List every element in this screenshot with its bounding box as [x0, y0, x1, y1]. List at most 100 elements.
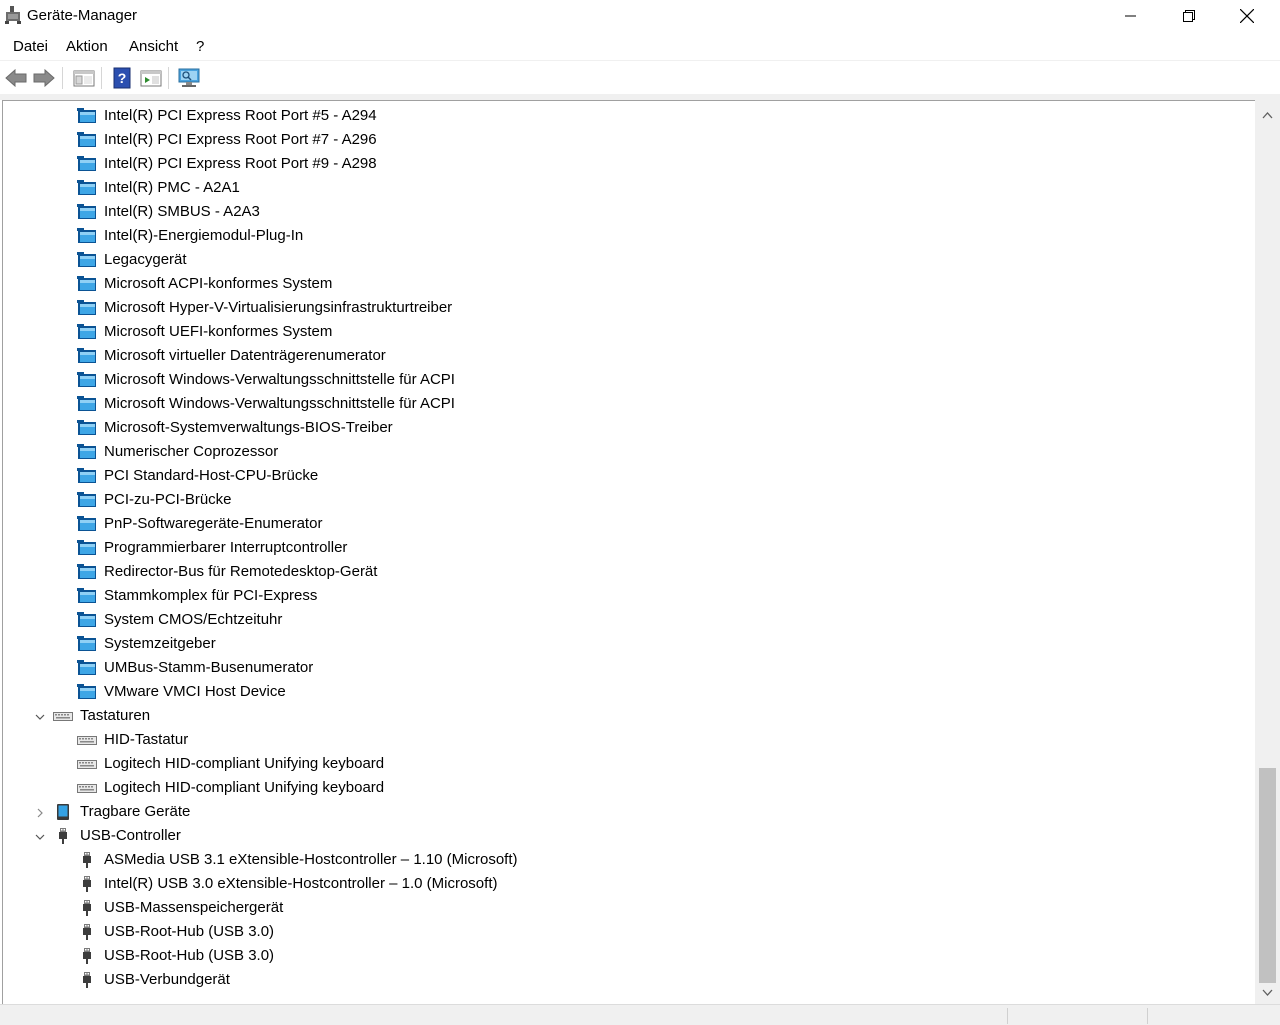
keyboard-icon	[77, 756, 97, 772]
vertical-scrollbar[interactable]	[1255, 100, 1280, 1004]
tree-device-item[interactable]: Intel(R) PMC - A2A1	[3, 176, 1253, 200]
tree-item-label: USB-Controller	[80, 827, 181, 844]
menu-aktion[interactable]: Aktion	[66, 38, 108, 55]
tree-category[interactable]: Tastaturen	[3, 704, 1253, 728]
status-bar	[0, 1004, 1280, 1025]
forward-button[interactable]	[32, 66, 56, 90]
close-button[interactable]	[1218, 0, 1276, 31]
tree-item-label: Systemzeitgeber	[104, 635, 216, 652]
back-button[interactable]	[4, 66, 28, 90]
tree-device-item[interactable]: Intel(R) PCI Express Root Port #9 - A298	[3, 152, 1253, 176]
minimize-button[interactable]	[1102, 0, 1160, 31]
collapse-chevron-icon[interactable]	[34, 830, 46, 842]
system-device-icon	[77, 108, 97, 124]
tree-device-item[interactable]: Systemzeitgeber	[3, 632, 1253, 656]
tree-device-item[interactable]: Microsoft Windows-Verwaltungsschnittstel…	[3, 368, 1253, 392]
status-bar-divider	[1007, 1008, 1008, 1024]
scan-hardware-button[interactable]	[177, 66, 201, 90]
tree-device-item[interactable]: PCI Standard-Host-CPU-Brücke	[3, 464, 1253, 488]
tree-device-item[interactable]: Numerischer Coprozessor	[3, 440, 1253, 464]
minimize-icon	[1125, 15, 1136, 16]
system-device-icon	[77, 228, 97, 244]
tree-device-item[interactable]: ASMedia USB 3.1 eXtensible-Hostcontrolle…	[3, 848, 1253, 872]
tree-device-item[interactable]: Stammkomplex für PCI-Express	[3, 584, 1253, 608]
show-hide-console-tree-button[interactable]	[72, 66, 96, 90]
tree-category[interactable]: Tragbare Geräte	[3, 800, 1253, 824]
system-device-icon	[77, 420, 97, 436]
tree-item-label: Tragbare Geräte	[80, 803, 191, 820]
collapse-chevron-icon[interactable]	[34, 710, 46, 722]
tree-category[interactable]: USB-Controller	[3, 824, 1253, 848]
usb-icon	[77, 924, 97, 940]
tree-device-item[interactable]: Intel(R) SMBUS - A2A3	[3, 200, 1253, 224]
tree-device-item[interactable]: USB-Verbundgerät	[3, 968, 1253, 992]
tree-device-item[interactable]: Redirector-Bus für Remotedesktop-Gerät	[3, 560, 1253, 584]
tree-device-item[interactable]: Intel(R)-Energiemodul-Plug-In	[3, 224, 1253, 248]
status-bar-divider	[1147, 1008, 1148, 1024]
tree-device-item[interactable]: HID-Tastatur	[3, 728, 1253, 752]
tree-device-item[interactable]: UMBus-Stamm-Busenumerator	[3, 656, 1253, 680]
tree-device-item[interactable]: Intel(R) PCI Express Root Port #5 - A294	[3, 104, 1253, 128]
tree-device-item[interactable]: Intel(R) USB 3.0 eXtensible-Hostcontroll…	[3, 872, 1253, 896]
properties-icon	[140, 70, 162, 87]
tree-device-item[interactable]: Microsoft virtueller Datenträgerenumerat…	[3, 344, 1253, 368]
tree-item-label: Microsoft Windows-Verwaltungsschnittstel…	[104, 371, 455, 388]
tree-item-label: Legacygerät	[104, 251, 187, 268]
scroll-down-arrow-icon[interactable]	[1262, 987, 1273, 998]
tree-device-item[interactable]: VMware VMCI Host Device	[3, 680, 1253, 704]
menu-datei[interactable]: Datei	[13, 38, 48, 55]
tree-device-item[interactable]: Logitech HID-compliant Unifying keyboard	[3, 752, 1253, 776]
system-device-icon	[77, 612, 97, 628]
system-device-icon	[77, 516, 97, 532]
tree-device-item[interactable]: PnP-Softwaregeräte-Enumerator	[3, 512, 1253, 536]
tree-device-item[interactable]: USB-Root-Hub (USB 3.0)	[3, 944, 1253, 968]
tree-device-item[interactable]: Logitech HID-compliant Unifying keyboard	[3, 776, 1253, 800]
menu-ansicht[interactable]: Ansicht	[129, 38, 178, 55]
tree-item-label: Programmierbarer Interruptcontroller	[104, 539, 348, 556]
system-device-icon	[77, 324, 97, 340]
tree-item-label: Intel(R) SMBUS - A2A3	[104, 203, 260, 220]
scan-hardware-icon	[178, 68, 200, 87]
expand-chevron-icon[interactable]	[34, 806, 46, 818]
tree-device-item[interactable]: Microsoft Windows-Verwaltungsschnittstel…	[3, 392, 1253, 416]
tree-item-label: Intel(R) PCI Express Root Port #9 - A298	[104, 155, 377, 172]
svg-text:?: ?	[118, 70, 127, 86]
properties-button[interactable]	[139, 66, 163, 90]
tree-device-item[interactable]: PCI-zu-PCI-Brücke	[3, 488, 1253, 512]
menu-bar: Datei Aktion Ansicht ?	[0, 31, 1280, 61]
help-button[interactable]: ?	[110, 66, 134, 90]
tree-item-label: USB-Root-Hub (USB 3.0)	[104, 947, 275, 964]
tree-item-label: HID-Tastatur	[104, 731, 189, 748]
tree-device-item[interactable]: Legacygerät	[3, 248, 1253, 272]
scrollbar-thumb[interactable]	[1259, 768, 1276, 983]
system-device-icon	[77, 564, 97, 580]
tree-device-item[interactable]: System CMOS/Echtzeituhr	[3, 608, 1253, 632]
tree-device-item[interactable]: Microsoft ACPI-konformes System	[3, 272, 1253, 296]
menu-help[interactable]: ?	[196, 38, 204, 55]
tree-device-item[interactable]: Microsoft Hyper-V-Virtualisierungsinfras…	[3, 296, 1253, 320]
usb-icon	[53, 828, 73, 844]
tree-device-item[interactable]: USB-Root-Hub (USB 3.0)	[3, 920, 1253, 944]
help-icon: ?	[113, 67, 131, 89]
close-icon	[1240, 8, 1254, 23]
tree-item-label: VMware VMCI Host Device	[104, 683, 286, 700]
tree-device-item[interactable]: Microsoft-Systemverwaltungs-BIOS-Treiber	[3, 416, 1253, 440]
window-title: Geräte-Manager	[27, 7, 138, 24]
tree-device-item[interactable]: Intel(R) PCI Express Root Port #7 - A296	[3, 128, 1253, 152]
device-tree[interactable]: Intel(R) PCI Express Root Port #5 - A294…	[2, 100, 1255, 1005]
tree-item-label: ASMedia USB 3.1 eXtensible-Hostcontrolle…	[104, 851, 518, 868]
system-device-icon	[77, 276, 97, 292]
usb-icon	[77, 948, 97, 964]
tree-device-item[interactable]: Programmierbarer Interruptcontroller	[3, 536, 1253, 560]
keyboard-icon	[77, 732, 97, 748]
tree-device-item[interactable]: Microsoft UEFI-konformes System	[3, 320, 1253, 344]
restore-button[interactable]	[1160, 0, 1218, 31]
system-device-icon	[77, 204, 97, 220]
tree-item-label: USB-Massenspeichergerät	[104, 899, 284, 916]
tree-item-label: USB-Verbundgerät	[104, 971, 230, 988]
toolbar-separator	[168, 67, 169, 89]
tree-device-item[interactable]: USB-Massenspeichergerät	[3, 896, 1253, 920]
system-device-icon	[77, 684, 97, 700]
toolbar-separator	[101, 67, 102, 89]
scroll-up-arrow-icon[interactable]	[1262, 110, 1273, 121]
